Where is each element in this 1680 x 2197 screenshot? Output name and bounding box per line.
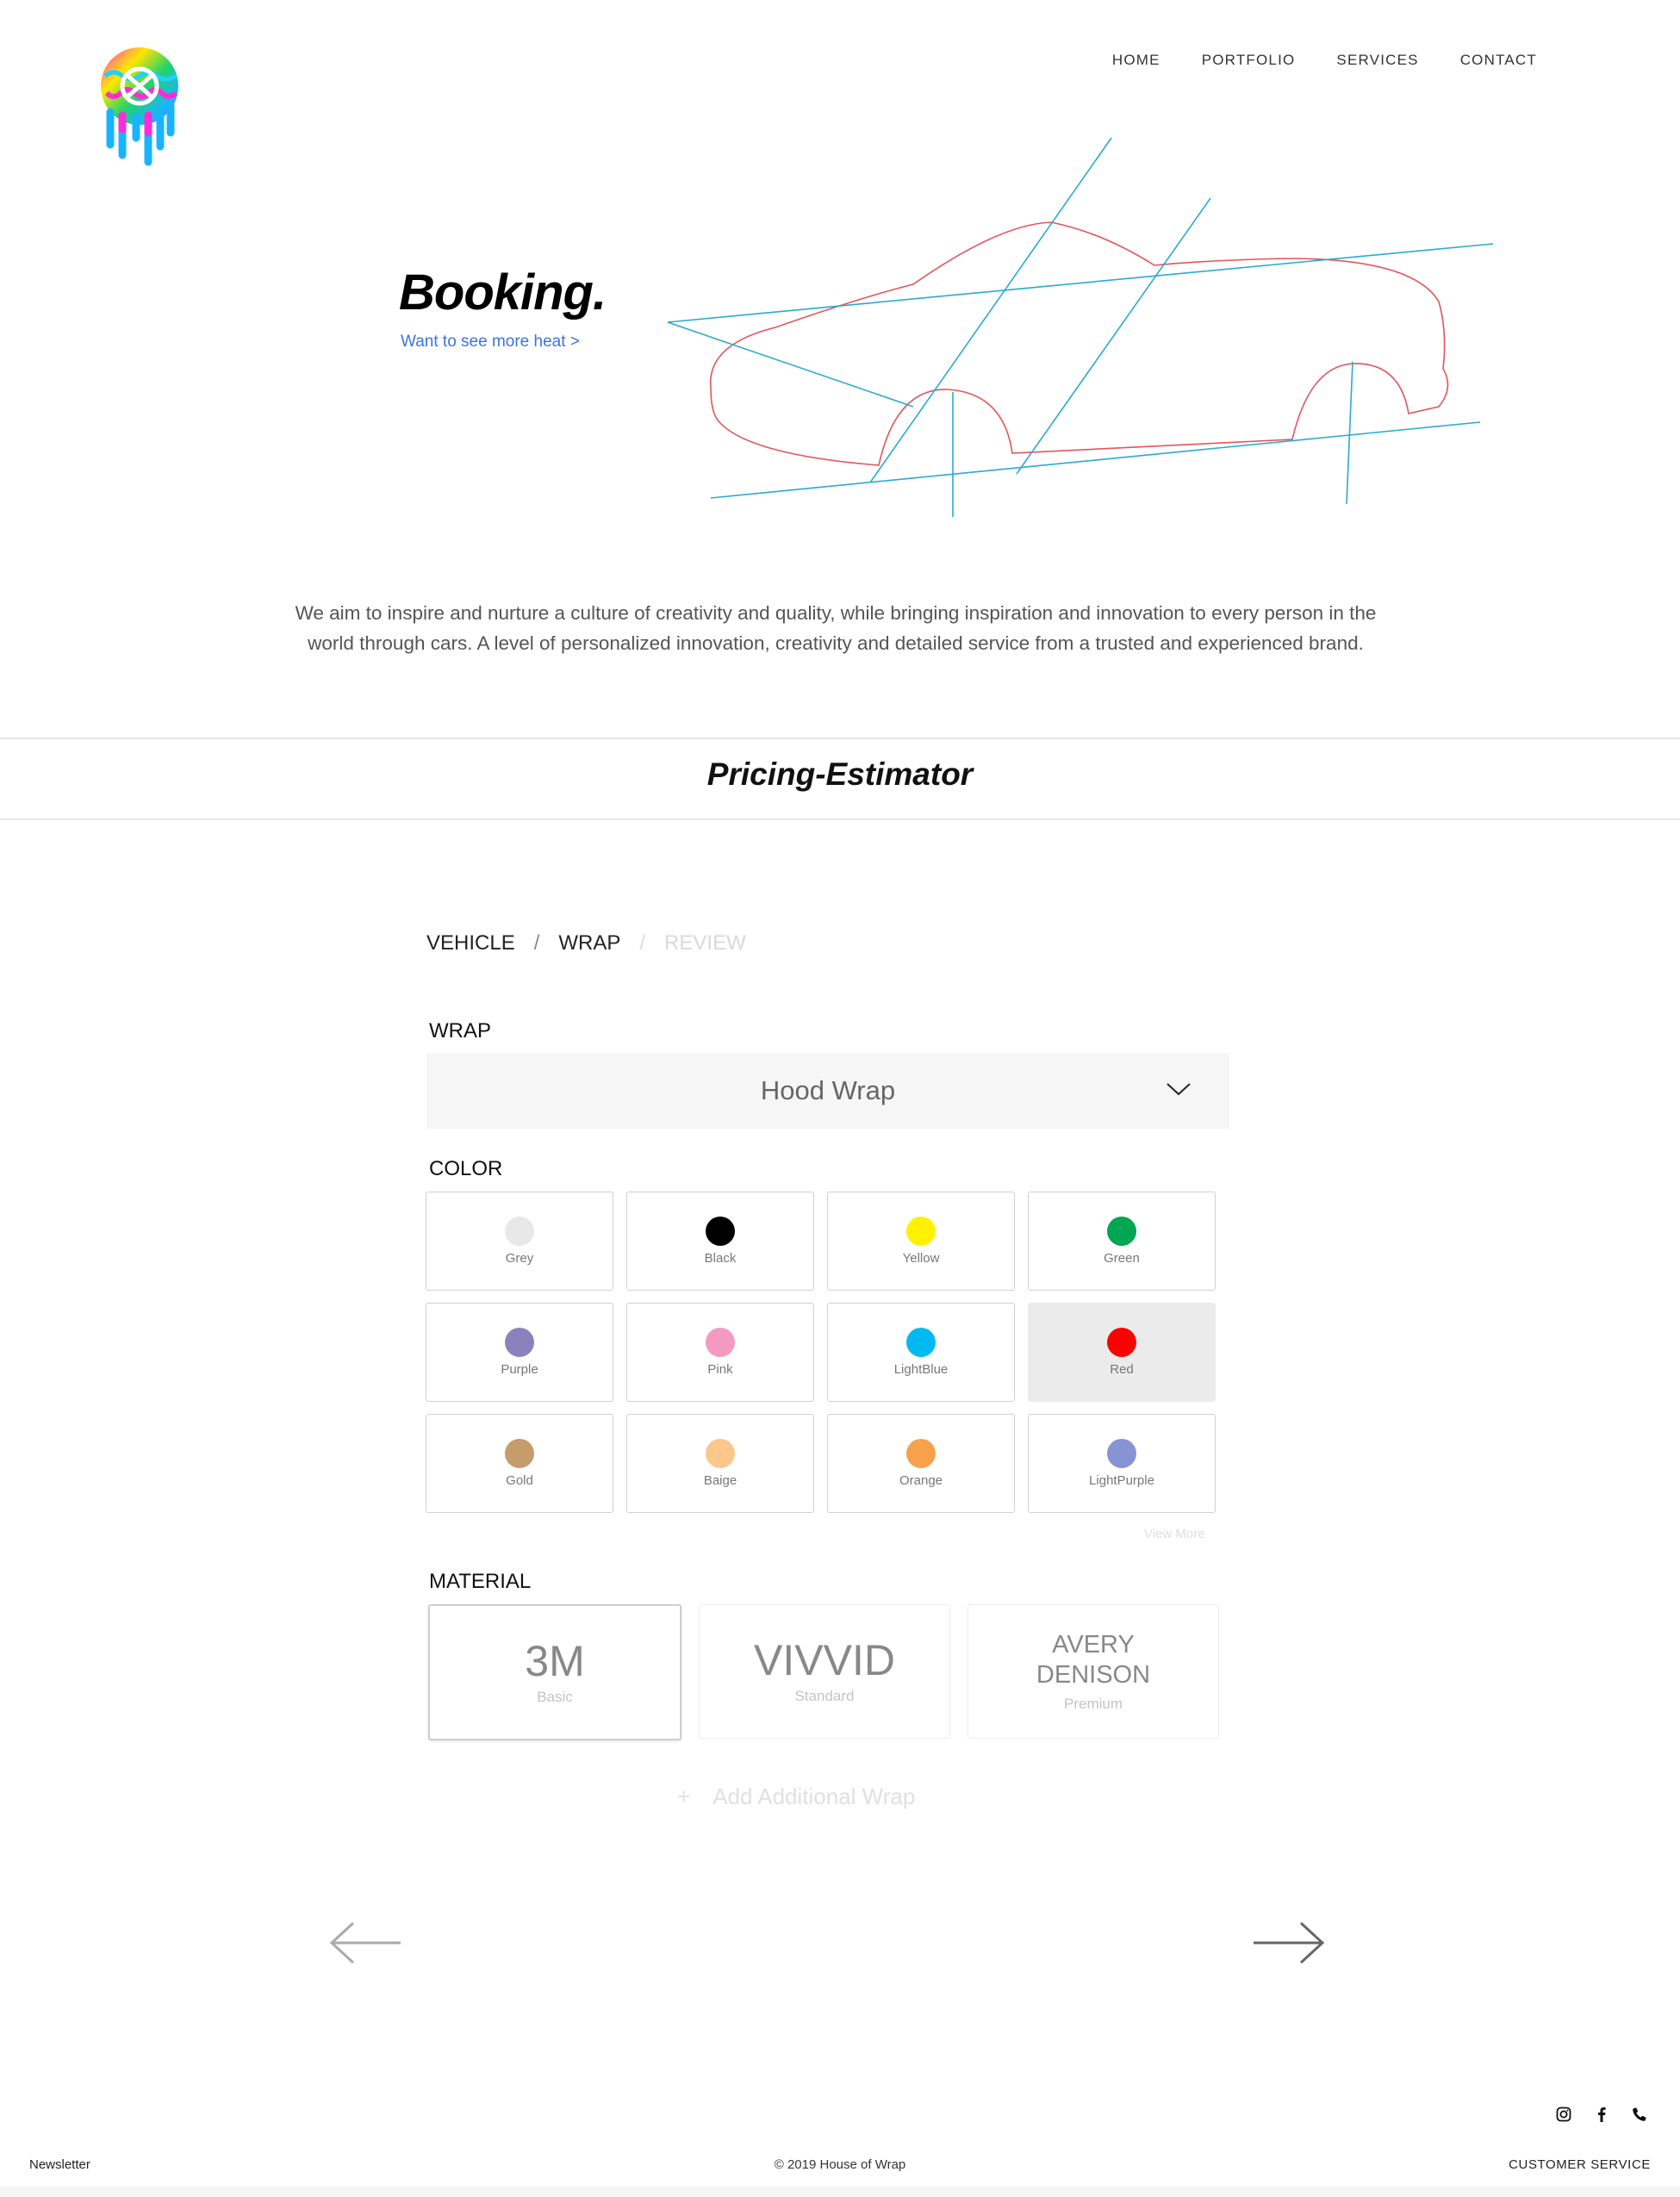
footer-bar (0, 2187, 1680, 2197)
nav-home[interactable]: HOME (1112, 52, 1160, 69)
color-option-label: LightPurple (1089, 1473, 1154, 1488)
color-option-pink[interactable]: Pink (626, 1303, 814, 1402)
color-swatch-dot (706, 1328, 735, 1357)
color-option-orange[interactable]: Orange (827, 1414, 1015, 1513)
breadcrumb-separator: / (639, 931, 646, 955)
color-swatch-dot (906, 1217, 936, 1246)
color-swatch-dot (1107, 1328, 1136, 1357)
car-sketch-illustration (667, 137, 1494, 517)
wrap-select[interactable]: Hood Wrap (426, 1053, 1229, 1129)
breadcrumb-step-review[interactable]: REVIEW (664, 931, 746, 955)
color-option-label: Grey (505, 1251, 534, 1266)
color-option-gold[interactable]: Gold (426, 1414, 613, 1513)
color-option-red[interactable]: Red (1028, 1303, 1216, 1402)
material-name: AVERY DENISON (1036, 1631, 1151, 1689)
instagram-icon[interactable] (1554, 2105, 1573, 2124)
breadcrumb-step-wrap[interactable]: WRAP (558, 931, 620, 955)
material-options: 3M Basic VIVVID Standard AVERY DENISON P… (428, 1604, 1219, 1740)
breadcrumb-separator: / (533, 931, 540, 955)
color-option-grey[interactable]: Grey (426, 1192, 613, 1291)
color-swatch-dot (906, 1439, 936, 1468)
intro-text: We aim to inspire and nurture a culture … (295, 602, 1377, 654)
nav-portfolio[interactable]: PORTFOLIO (1202, 52, 1296, 69)
color-option-black[interactable]: Black (626, 1192, 814, 1291)
color-label: COLOR (429, 1157, 503, 1180)
color-option-label: LightBlue (893, 1362, 949, 1377)
breadcrumb: VEHICLE / WRAP / REVIEW (426, 931, 746, 955)
color-option-yellow[interactable]: Yellow (827, 1192, 1015, 1291)
color-swatch-dot (1107, 1217, 1136, 1246)
color-option-label: Red (1110, 1362, 1134, 1377)
main-nav: HOME PORTFOLIO SERVICES CONTACT (1112, 52, 1537, 69)
more-heat-link[interactable]: Want to see more heat > (401, 333, 580, 352)
color-option-lightblue[interactable]: LightBlue (827, 1303, 1015, 1402)
material-name: 3M (525, 1637, 585, 1685)
color-option-green[interactable]: Green (1028, 1192, 1216, 1291)
material-label: MATERIAL (429, 1570, 532, 1593)
social-links (1554, 2105, 1649, 2124)
arrow-left-icon[interactable] (327, 1921, 405, 1964)
color-swatch-dot (706, 1217, 735, 1246)
section-divider-bottom (0, 818, 1680, 820)
color-swatch-dot (505, 1439, 534, 1468)
nav-services[interactable]: SERVICES (1336, 52, 1418, 69)
copyright: © 2019 House of Wrap (774, 2157, 906, 2172)
plus-icon: + (677, 1783, 691, 1809)
color-swatch-dot (1107, 1439, 1136, 1468)
material-card-avery-denison[interactable]: AVERY DENISON Premium (968, 1604, 1219, 1739)
color-option-lightpurple[interactable]: LightPurple (1028, 1414, 1216, 1513)
nav-contact[interactable]: CONTACT (1460, 52, 1537, 69)
arrow-right-icon[interactable] (1249, 1921, 1327, 1964)
breadcrumb-step-vehicle[interactable]: VEHICLE (426, 931, 515, 955)
page-title: Booking. (399, 265, 607, 321)
color-swatch-dot (505, 1217, 534, 1246)
material-name: VIVVID (754, 1636, 895, 1684)
view-more-link[interactable]: View More (1144, 1527, 1205, 1541)
color-option-label: Black (704, 1251, 737, 1266)
color-option-purple[interactable]: Purple (426, 1303, 613, 1402)
material-tier: Basic (537, 1689, 573, 1705)
color-option-label: Baige (703, 1473, 737, 1488)
facebook-icon[interactable] (1592, 2105, 1611, 2124)
color-option-label: Green (1104, 1251, 1140, 1266)
material-tier: Premium (1063, 1696, 1123, 1712)
customer-service-link[interactable]: CUSTOMER SERVICE (1509, 2157, 1651, 2172)
color-swatch-dot (706, 1439, 735, 1468)
color-option-label: Gold (506, 1473, 533, 1488)
material-tier: Standard (794, 1688, 855, 1704)
color-option-label: Purple (501, 1362, 538, 1377)
add-additional-wrap-button[interactable]: + Add Additional Wrap (677, 1783, 915, 1810)
chevron-down-icon (1167, 1083, 1191, 1096)
color-option-baige[interactable]: Baige (626, 1414, 814, 1513)
color-option-label: Yellow (902, 1251, 940, 1266)
wrap-select-value: Hood Wrap (760, 1075, 896, 1105)
section-divider-top (0, 738, 1680, 739)
color-options: Grey Black Yellow Green Purple Pink LightBlue R… (426, 1192, 1216, 1513)
section-title: Pricing-Estimator (706, 756, 974, 792)
add-additional-wrap-label: Add Additional Wrap (712, 1783, 916, 1809)
material-card-3m[interactable]: 3M Basic (428, 1604, 681, 1740)
material-card-vivvid[interactable]: VIVVID Standard (699, 1604, 950, 1739)
color-swatch-dot (505, 1328, 534, 1357)
phone-icon[interactable] (1630, 2105, 1649, 2124)
color-option-label: Pink (707, 1362, 733, 1377)
house-of-wrap-logo[interactable] (95, 43, 185, 168)
color-option-label: Orange (899, 1473, 943, 1488)
color-swatch-dot (906, 1328, 936, 1357)
wrap-label: WRAP (429, 1019, 491, 1042)
